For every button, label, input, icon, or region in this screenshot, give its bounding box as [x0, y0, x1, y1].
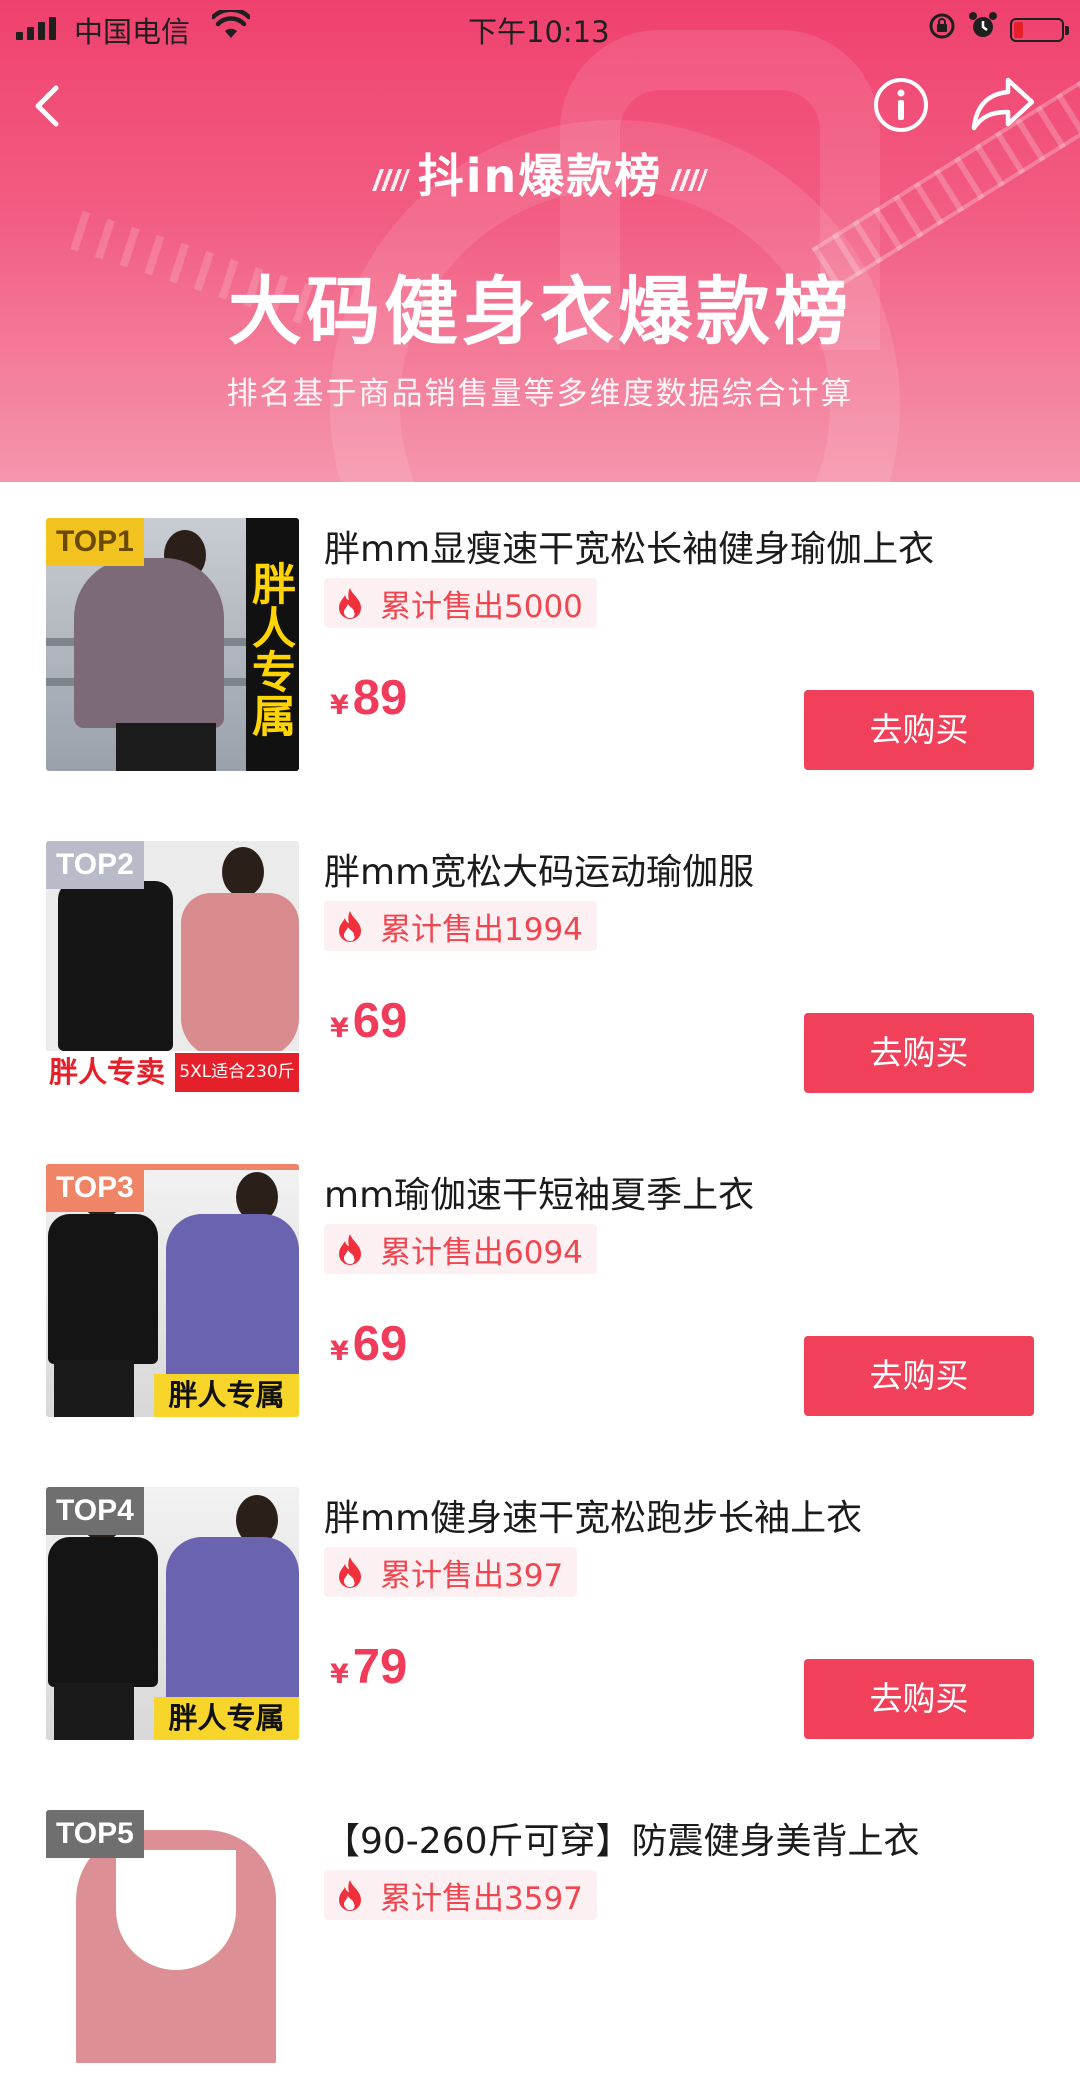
- sales-badge: 累计售出6094: [324, 1224, 597, 1274]
- price: ¥69: [330, 993, 407, 1049]
- product-list: 胖人专属 TOP1 胖mm显瘦速干宽松长袖健身瑜伽上衣 累计售出5000 ¥89…: [0, 482, 1080, 2097]
- currency-symbol: ¥: [330, 690, 349, 721]
- product-item[interactable]: TOP5 【90-260斤可穿】防震健身美背上衣 累计售出3597: [0, 1774, 1080, 2097]
- flame-icon: [339, 1880, 361, 1911]
- flame-icon: [339, 588, 361, 619]
- buy-button[interactable]: 去购买: [804, 1013, 1034, 1093]
- battery-icon: [1010, 17, 1069, 42]
- image-tag: 胖人专属: [154, 1374, 299, 1417]
- sales-badge: 累计售出5000: [324, 578, 597, 628]
- flame-icon: [339, 1557, 361, 1588]
- image-tag: 胖人专属: [244, 518, 299, 771]
- product-image[interactable]: 胖人专属 TOP1: [46, 518, 299, 771]
- product-name[interactable]: mm瑜伽速干短袖夏季上衣: [324, 1166, 1044, 1218]
- brand-text: 抖in爆款榜: [417, 149, 663, 203]
- info-button[interactable]: [872, 76, 930, 134]
- product-name[interactable]: 胖mm显瘦速干宽松长袖健身瑜伽上衣: [324, 520, 1044, 572]
- sales-badge: 累计售出397: [324, 1547, 578, 1597]
- sales-count: 累计售出3597: [380, 1880, 583, 1917]
- clock-time: 下午10:13: [468, 15, 610, 49]
- product-name[interactable]: 【90-260斤可穿】防震健身美背上衣: [324, 1812, 1044, 1864]
- price-amount: 69: [352, 994, 408, 1048]
- rank-badge: TOP2: [46, 841, 144, 889]
- page-title: 大码健身衣爆款榜: [228, 269, 852, 355]
- laurel-right-icon: [670, 168, 709, 191]
- rotation-lock-icon: [928, 12, 956, 47]
- flame-icon: [339, 911, 361, 942]
- signal-icon: [16, 16, 56, 40]
- product-name[interactable]: 胖mm健身速干宽松跑步长袖上衣: [324, 1489, 1044, 1541]
- product-name[interactable]: 胖mm宽松大码运动瑜伽服: [324, 843, 1044, 895]
- image-tag-size: 5XL适合230斤: [175, 1053, 299, 1092]
- chevron-left-icon: [35, 85, 59, 127]
- currency-symbol: ¥: [330, 1659, 349, 1690]
- sales-count: 累计售出1994: [380, 911, 583, 948]
- rank-badge: TOP1: [46, 518, 144, 566]
- back-button[interactable]: [22, 78, 78, 134]
- buy-button[interactable]: 去购买: [804, 690, 1034, 770]
- image-tag: 胖人专属: [154, 1697, 299, 1740]
- price-amount: 89: [352, 671, 408, 725]
- header-banner: 中国电信 下午10:13 抖in爆款榜 大码健身衣爆款榜 排名基于商品销售量等多…: [0, 0, 1080, 482]
- price: ¥89: [330, 670, 407, 726]
- flame-icon: [339, 1234, 361, 1265]
- product-image[interactable]: 胖人专属 TOP3: [46, 1164, 299, 1417]
- product-item[interactable]: 胖人专属 TOP4 胖mm健身速干宽松跑步长袖上衣 累计售出397 ¥79 去购…: [0, 1451, 1080, 1774]
- alarm-icon: [968, 11, 998, 48]
- price-amount: 79: [352, 1640, 408, 1694]
- product-item[interactable]: 胖人专卖 5XL适合230斤 TOP2 胖mm宽松大码运动瑜伽服 累计售出199…: [0, 805, 1080, 1128]
- battery-level: [1014, 21, 1023, 38]
- status-bar: 中国电信 下午10:13: [0, 0, 1080, 56]
- currency-symbol: ¥: [330, 1013, 349, 1044]
- buy-button[interactable]: 去购买: [804, 1336, 1034, 1416]
- sales-count: 累计售出397: [380, 1557, 564, 1594]
- sales-count: 累计售出5000: [380, 588, 583, 625]
- product-image[interactable]: 胖人专属 TOP4: [46, 1487, 299, 1740]
- page-subtitle: 排名基于商品销售量等多维度数据综合计算: [226, 376, 854, 412]
- buy-button[interactable]: 去购买: [804, 1659, 1034, 1739]
- share-icon: [971, 77, 1035, 131]
- price: ¥79: [330, 1639, 407, 1695]
- sales-badge: 累计售出1994: [324, 901, 597, 951]
- rank-badge: TOP5: [46, 1810, 144, 1858]
- product-item[interactable]: 胖人专属 TOP1 胖mm显瘦速干宽松长袖健身瑜伽上衣 累计售出5000 ¥89…: [0, 482, 1080, 805]
- sales-count: 累计售出6094: [380, 1234, 583, 1271]
- share-button[interactable]: [970, 74, 1036, 134]
- wifi-icon: [210, 7, 252, 47]
- product-item[interactable]: 胖人专属 TOP3 mm瑜伽速干短袖夏季上衣 累计售出6094 ¥69 去购买: [0, 1128, 1080, 1451]
- product-image[interactable]: 胖人专卖 5XL适合230斤 TOP2: [46, 841, 299, 1094]
- carrier-label: 中国电信: [74, 15, 191, 49]
- brand-logo: 抖in爆款榜: [0, 140, 1080, 206]
- price: ¥69: [330, 1316, 407, 1372]
- image-tag: 胖人专卖: [49, 1055, 166, 1089]
- info-icon: [874, 78, 928, 132]
- currency-symbol: ¥: [330, 1336, 349, 1367]
- price-amount: 69: [352, 1317, 408, 1371]
- rank-badge: TOP4: [46, 1487, 144, 1535]
- sales-badge: 累计售出3597: [324, 1870, 597, 1920]
- product-image[interactable]: TOP5: [46, 1810, 299, 2063]
- rank-badge: TOP3: [46, 1164, 144, 1212]
- laurel-left-icon: [371, 168, 410, 191]
